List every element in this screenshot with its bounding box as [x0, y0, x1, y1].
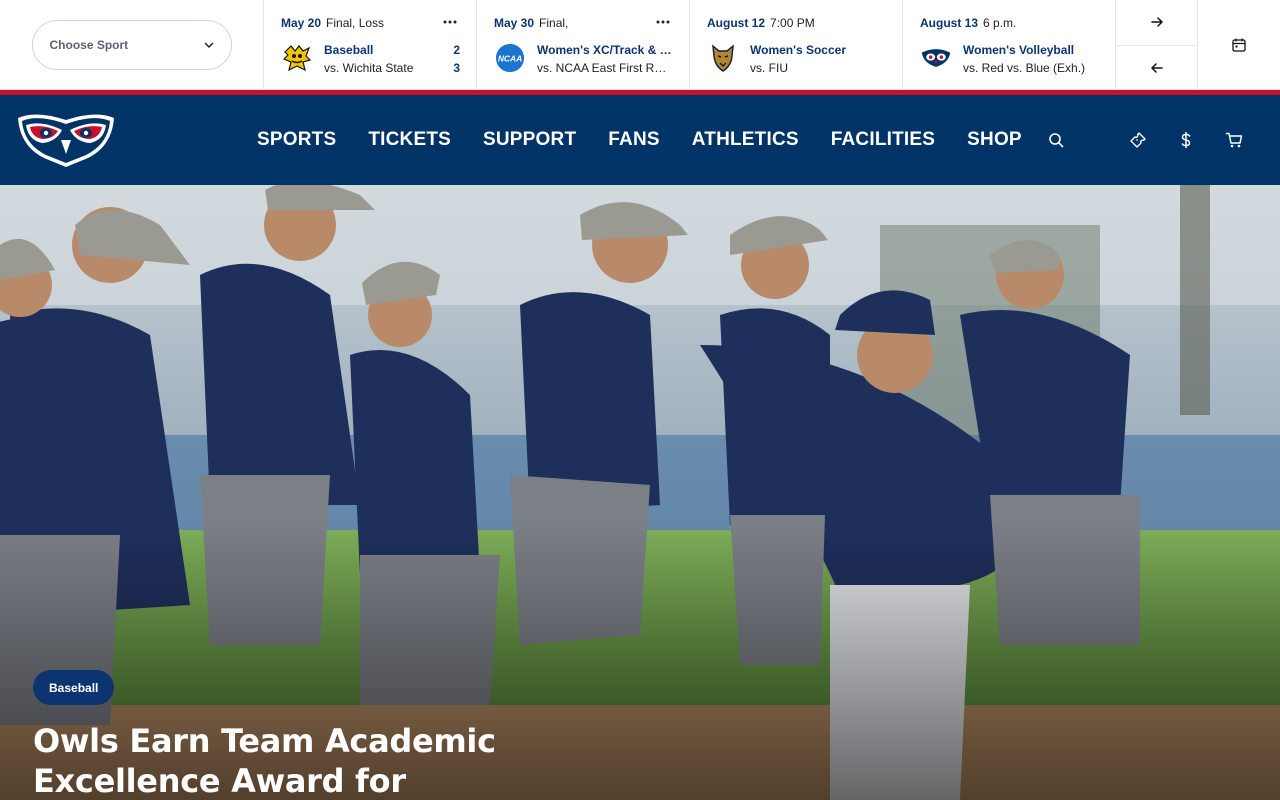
cart-button[interactable] — [1210, 120, 1258, 160]
main-menu: SPORTS TICKETS SUPPORT FANS ATHLETICS FA… — [241, 95, 1074, 185]
scoreboard-prev-button[interactable] — [1116, 44, 1197, 91]
utility-icons — [1114, 95, 1258, 185]
game-opponent: vs. Wichita State — [324, 61, 414, 75]
nav-item-tickets[interactable]: TICKETS — [352, 129, 467, 151]
hero-sport-tag[interactable]: Baseball — [33, 670, 115, 705]
game-list: May 20 Final, Loss Baseball 2 vs. Wichit… — [264, 0, 1116, 90]
nav-item-support[interactable]: SUPPORT — [467, 129, 592, 151]
fiu-logo — [707, 42, 739, 74]
game-opponent: vs. NCAA East First Round — [537, 61, 673, 75]
game-card[interactable]: May 20 Final, Loss Baseball 2 vs. Wichit… — [264, 0, 477, 90]
game-score-home: 2 — [453, 43, 460, 57]
game-status: Final, Loss — [326, 16, 385, 30]
game-date: August 13 — [920, 16, 979, 30]
scoreboard-arrows — [1116, 0, 1198, 90]
ellipsis-icon — [656, 20, 670, 24]
game-status: 6 p.m. — [983, 16, 1017, 30]
ticket-icon — [1130, 132, 1146, 148]
nav-item-shop[interactable]: SHOP — [951, 129, 1038, 151]
fau-owls-logo[interactable] — [16, 110, 116, 168]
search-button[interactable] — [1038, 122, 1074, 158]
nav-item-athletics[interactable]: ATHLETICS — [676, 129, 815, 151]
game-sport: Women's Soccer — [750, 43, 846, 57]
main-navigation: SPORTS TICKETS SUPPORT FANS ATHLETICS FA… — [0, 95, 1280, 185]
game-sport: Women's XC/Track & Field — [537, 43, 673, 57]
calendar-button[interactable] — [1198, 0, 1280, 89]
choose-sport-label: Choose Sport — [49, 38, 129, 52]
arrow-left-icon — [1150, 63, 1163, 73]
chevron-down-icon — [204, 42, 213, 48]
search-icon — [1049, 133, 1064, 148]
game-status: Final, — [539, 16, 569, 30]
game-status: 7:00 PM — [770, 16, 815, 30]
fau-owl-logo — [920, 42, 952, 74]
game-date: May 30 — [494, 16, 535, 30]
hero-story[interactable]: Baseball Owls Earn Team Academic Excelle… — [0, 185, 1280, 800]
wichita-state-logo — [281, 42, 313, 74]
game-more-button[interactable] — [655, 14, 671, 30]
dollar-icon — [1181, 131, 1191, 149]
ncaa-logo: NCAA — [494, 42, 526, 74]
game-card[interactable]: August 13 6 p.m. Women's Volleyball vs. … — [903, 0, 1116, 90]
game-more-button[interactable] — [442, 14, 458, 30]
calendar-icon — [1232, 38, 1246, 52]
game-score-away: 3 — [453, 61, 460, 75]
hero-headline[interactable]: Owls Earn Team Academic Excellence Award… — [33, 721, 553, 800]
svg-text:NCAA: NCAA — [498, 53, 522, 63]
cart-icon — [1225, 132, 1243, 148]
tickets-button[interactable] — [1114, 120, 1162, 160]
nav-item-facilities[interactable]: FACILITIES — [815, 129, 951, 151]
game-sport: Baseball — [324, 43, 374, 57]
game-sport: Women's Volleyball — [963, 43, 1075, 57]
scoreboard-next-button[interactable] — [1116, 0, 1197, 45]
arrow-right-icon — [1150, 17, 1163, 27]
game-opponent: vs. Red vs. Blue (Exh.) — [963, 61, 1086, 75]
game-date: August 12 — [707, 16, 766, 30]
hero-gradient-overlay — [0, 185, 1280, 800]
game-card[interactable]: May 30 Final, NCAA Women's XC/Track & Fi… — [477, 0, 690, 90]
ellipsis-icon — [443, 20, 457, 24]
donate-button[interactable] — [1162, 120, 1210, 160]
game-card[interactable]: August 12 7:00 PM Women's Soccer vs. FIU — [690, 0, 903, 90]
sport-select-container: Choose Sport — [0, 0, 264, 90]
scoreboard-bar: Choose Sport May 20 Final, Loss Baseball… — [0, 0, 1280, 90]
nav-item-sports[interactable]: SPORTS — [241, 129, 352, 151]
nav-item-fans[interactable]: FANS — [592, 129, 675, 151]
choose-sport-dropdown[interactable]: Choose Sport — [31, 20, 232, 70]
game-date: May 20 — [281, 16, 322, 30]
game-opponent: vs. FIU — [750, 61, 788, 75]
